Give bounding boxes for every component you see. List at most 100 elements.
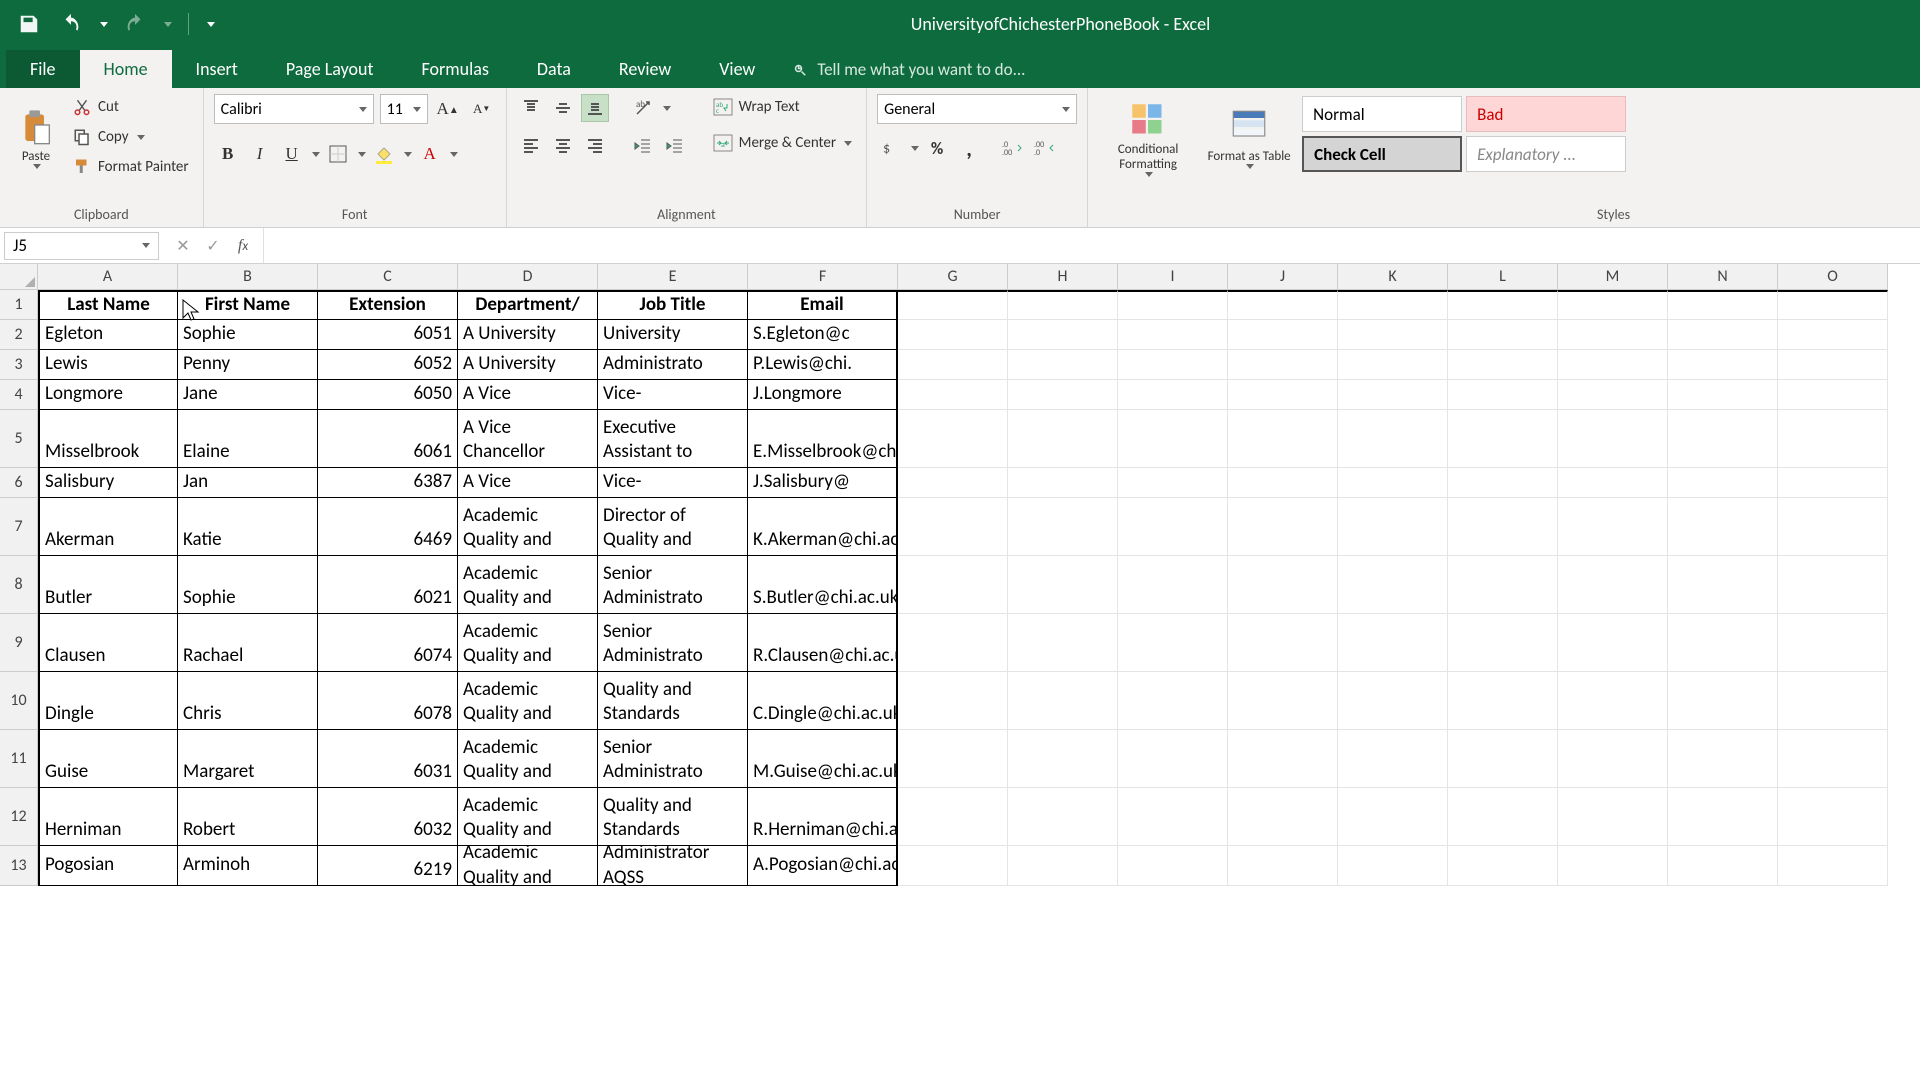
cell[interactable] (1558, 788, 1668, 846)
cell[interactable] (898, 410, 1008, 468)
cell[interactable]: Executive Assistant to (598, 410, 748, 468)
cell[interactable]: Academic Quality and (458, 672, 598, 730)
cell[interactable]: Academic Quality and (458, 846, 598, 886)
cell[interactable] (1778, 614, 1888, 672)
style-explanatory[interactable]: Explanatory ... (1466, 136, 1626, 172)
cell[interactable]: 6052 (318, 350, 458, 380)
cell[interactable]: Quality and Standards (598, 672, 748, 730)
align-middle-icon[interactable] (549, 94, 577, 122)
cell[interactable] (1778, 498, 1888, 556)
cell[interactable] (1338, 410, 1448, 468)
cell[interactable] (1228, 788, 1338, 846)
select-all-corner[interactable] (0, 264, 38, 290)
cell[interactable] (1448, 614, 1558, 672)
cell[interactable]: 6078 (318, 672, 458, 730)
column-header-M[interactable]: M (1558, 264, 1668, 290)
cell[interactable] (1008, 614, 1118, 672)
cell[interactable] (1008, 556, 1118, 614)
cell[interactable] (1338, 788, 1448, 846)
cell[interactable] (1228, 498, 1338, 556)
row-header[interactable]: 3 (0, 350, 38, 380)
cell[interactable] (1448, 380, 1558, 410)
column-header-J[interactable]: J (1228, 264, 1338, 290)
cell[interactable] (1558, 320, 1668, 350)
decrease-decimal-icon[interactable]: .00.0 (1031, 134, 1059, 162)
cell[interactable] (1558, 350, 1668, 380)
tab-review[interactable]: Review (595, 50, 695, 88)
cell[interactable] (1448, 846, 1558, 886)
cell[interactable] (1668, 672, 1778, 730)
cell[interactable] (1118, 350, 1228, 380)
increase-decimal-icon[interactable]: .0.00 (999, 134, 1027, 162)
cell[interactable] (1008, 320, 1118, 350)
cell[interactable]: 6387 (318, 468, 458, 498)
cell[interactable] (1668, 788, 1778, 846)
header-cell[interactable] (898, 290, 1008, 320)
cell[interactable]: P.Lewis@chi. (748, 350, 898, 380)
cell[interactable] (1118, 320, 1228, 350)
cell[interactable] (1778, 350, 1888, 380)
cell[interactable]: Chris (178, 672, 318, 730)
cell[interactable] (1118, 498, 1228, 556)
cell[interactable]: Administrator AQSS (598, 846, 748, 886)
cut-button[interactable]: Cut (68, 94, 193, 120)
align-center-icon[interactable] (549, 132, 577, 160)
cell[interactable] (1118, 730, 1228, 788)
decrease-indent-icon[interactable] (629, 132, 657, 160)
cell[interactable]: University (598, 320, 748, 350)
cell[interactable] (1228, 410, 1338, 468)
cell[interactable] (1008, 410, 1118, 468)
cell[interactable]: A Vice (458, 468, 598, 498)
column-header-G[interactable]: G (898, 264, 1008, 290)
cell[interactable] (1558, 846, 1668, 886)
cell[interactable] (898, 672, 1008, 730)
name-box[interactable]: J5 (4, 232, 159, 260)
tab-home[interactable]: Home (80, 50, 172, 88)
cell[interactable] (1228, 846, 1338, 886)
header-cell[interactable]: First Name (178, 290, 318, 320)
header-cell[interactable]: Extension (318, 290, 458, 320)
cell[interactable] (898, 788, 1008, 846)
row-header[interactable]: 2 (0, 320, 38, 350)
cell[interactable]: K.Akerman@chi.ac.uk (748, 498, 898, 556)
cell[interactable] (1228, 320, 1338, 350)
cell[interactable] (1668, 350, 1778, 380)
cell[interactable] (1778, 320, 1888, 350)
cell[interactable] (1778, 672, 1888, 730)
qat-customize-icon[interactable] (207, 22, 215, 27)
increase-indent-icon[interactable] (661, 132, 689, 160)
insert-function-icon[interactable]: fx (229, 234, 257, 258)
cell[interactable] (898, 498, 1008, 556)
format-painter-button[interactable]: Format Painter (68, 154, 193, 180)
cell[interactable] (1228, 556, 1338, 614)
undo-dropdown-icon[interactable] (100, 22, 108, 27)
cell[interactable]: Senior Administrato (598, 730, 748, 788)
cell[interactable]: Academic Quality and (458, 730, 598, 788)
percent-format-icon[interactable]: % (923, 134, 951, 162)
number-format-combo[interactable]: General (877, 94, 1077, 124)
decrease-font-icon[interactable]: A▼ (468, 95, 496, 123)
redo-dropdown-icon[interactable] (164, 22, 172, 27)
save-icon[interactable] (14, 10, 44, 38)
cell[interactable]: Rachael (178, 614, 318, 672)
cell[interactable] (1338, 846, 1448, 886)
cell[interactable] (1228, 672, 1338, 730)
cell[interactable]: Administrato (598, 350, 748, 380)
font-color-button[interactable]: A (416, 140, 444, 168)
cell[interactable]: Sophie (178, 320, 318, 350)
cell[interactable] (1668, 614, 1778, 672)
style-check-cell[interactable]: Check Cell (1302, 136, 1462, 172)
cell[interactable]: A Vice Chancellor (458, 410, 598, 468)
italic-button[interactable]: I (246, 140, 274, 168)
row-header[interactable]: 7 (0, 498, 38, 556)
cell[interactable] (1118, 380, 1228, 410)
cell[interactable] (1558, 410, 1668, 468)
cell[interactable] (1558, 730, 1668, 788)
cell[interactable] (1338, 468, 1448, 498)
cell[interactable]: Akerman (38, 498, 178, 556)
tab-view[interactable]: View (695, 50, 779, 88)
cell[interactable]: Senior Administrato (598, 614, 748, 672)
header-cell[interactable] (1668, 290, 1778, 320)
worksheet-grid[interactable]: ABCDEFGHIJKLMNO 1Last NameFirst NameExte… (0, 264, 1920, 886)
cell[interactable]: Quality and Standards (598, 788, 748, 846)
